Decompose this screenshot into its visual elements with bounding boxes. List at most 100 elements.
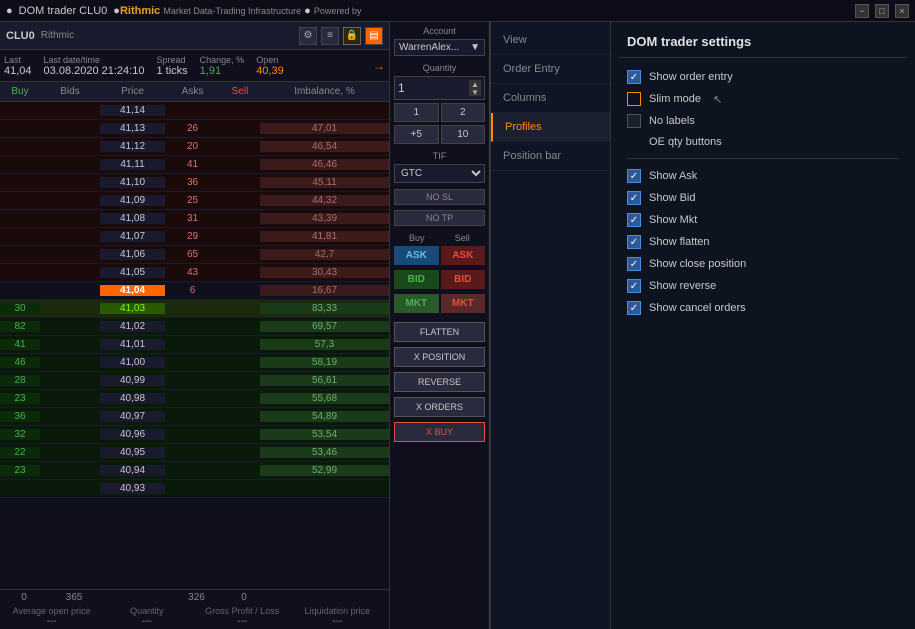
buy-cell: 46 — [0, 357, 40, 368]
table-row[interactable]: 2340,9452,99 — [0, 462, 389, 480]
table-row[interactable]: 2840,9956,61 — [0, 372, 389, 390]
table-row[interactable]: 41,054330,43 — [0, 264, 389, 282]
asks-cell: 43 — [165, 267, 220, 278]
price-cell: 41,08 — [100, 213, 165, 224]
checkmark-cancel-icon: ✓ — [630, 303, 638, 314]
imbalance-cell: 44,32 — [260, 195, 389, 206]
flatten-button[interactable]: FLATTEN — [394, 322, 485, 342]
checkmark-bid-icon: ✓ — [630, 193, 638, 204]
table-row[interactable]: 41,072941,81 — [0, 228, 389, 246]
x-orders-button[interactable]: X ORDERS — [394, 397, 485, 417]
imbalance-cell: 54,89 — [260, 411, 389, 422]
table-row[interactable]: 40,93 — [0, 480, 389, 498]
price-cell: 41,11 — [100, 159, 165, 170]
lock-icon[interactable]: 🔒 — [343, 27, 361, 45]
footer-qty: 365 — [44, 592, 104, 603]
oe-qty-label: OE qty buttons — [627, 136, 722, 148]
table-row[interactable]: 3041,0383,33 — [0, 300, 389, 318]
close-button[interactable]: × — [895, 4, 909, 18]
no-labels-checkbox[interactable] — [627, 114, 641, 128]
table-row[interactable]: 41,103645,11 — [0, 174, 389, 192]
quantity-label: Quantity — [394, 63, 485, 73]
x-position-button[interactable]: X POSITION — [394, 347, 485, 367]
table-row[interactable]: 8241,0269,57 — [0, 318, 389, 336]
table-row[interactable]: 41,092544,32 — [0, 192, 389, 210]
show-ask-row: ✓ Show Ask — [619, 165, 907, 187]
buy-ask-button[interactable]: ASK — [394, 246, 439, 265]
show-reverse-checkbox[interactable]: ✓ — [627, 279, 641, 293]
slim-mode-checkbox[interactable] — [627, 92, 641, 106]
quantity-value: 1 — [398, 81, 405, 95]
buy-cell: 32 — [0, 429, 40, 440]
price-cell: 41,10 — [100, 177, 165, 188]
show-order-entry-checkbox[interactable]: ✓ — [627, 70, 641, 84]
quantity-down[interactable]: ▼ — [469, 88, 481, 96]
table-row[interactable]: 2340,9855,68 — [0, 390, 389, 408]
footer-label-pnl: Gross Profit / Loss — [195, 606, 290, 616]
table-row[interactable]: 3240,9653,54 — [0, 426, 389, 444]
settings-title: DOM trader settings — [619, 30, 907, 58]
table-row[interactable]: 4141,0157,3 — [0, 336, 389, 354]
sell-ask-button[interactable]: ASK — [441, 246, 486, 265]
asks-cell: 26 — [165, 123, 220, 134]
imbalance-cell: 45,11 — [260, 177, 389, 188]
menu-icon[interactable]: ▤ — [365, 27, 383, 45]
tif-select[interactable]: GTC DAY IOC — [394, 164, 485, 183]
table-row[interactable]: 41,083143,39 — [0, 210, 389, 228]
title-bar-text: DOM trader CLU0 — [19, 5, 108, 17]
table-row[interactable]: 41,04616,67 — [0, 282, 389, 300]
x-buy-button[interactable]: X BUY — [394, 422, 485, 442]
show-bid-checkbox[interactable]: ✓ — [627, 191, 641, 205]
footer-label-liq: Liquidation price — [290, 606, 385, 616]
qty-5-button[interactable]: +5 — [394, 125, 439, 144]
qty-10-button[interactable]: 10 — [441, 125, 486, 144]
table-row[interactable]: 3640,9754,89 — [0, 408, 389, 426]
show-flatten-checkbox[interactable]: ✓ — [627, 235, 641, 249]
nav-columns[interactable]: Columns — [491, 84, 610, 113]
buy-bid-button[interactable]: BID — [394, 270, 439, 289]
footer-asks: 326 — [169, 592, 224, 603]
table-row[interactable]: 41,114146,46 — [0, 156, 389, 174]
footer-label-avg: Average open price — [4, 606, 99, 616]
nav-order-entry[interactable]: Order Entry — [491, 55, 610, 84]
show-close-position-checkbox[interactable]: ✓ — [627, 257, 641, 271]
account-selector[interactable]: WarrenAlex... ▼ — [394, 39, 485, 56]
dom-symbol: CLU0 — [6, 30, 35, 42]
nav-view[interactable]: View — [491, 26, 610, 55]
table-row[interactable]: 41,122046,54 — [0, 138, 389, 156]
reverse-button[interactable]: REVERSE — [394, 372, 485, 392]
last-value: 41,04 — [4, 65, 32, 77]
no-tp-button[interactable]: NO TP — [394, 210, 485, 226]
table-row[interactable]: 41,132647,01 — [0, 120, 389, 138]
nav-position-bar[interactable]: Position bar — [491, 142, 610, 171]
show-order-entry-row: ✓ Show order entry — [619, 66, 907, 88]
change-label: Change, % — [200, 55, 245, 65]
sell-mkt-button[interactable]: MKT — [441, 294, 486, 313]
buy-mkt-button[interactable]: MKT — [394, 294, 439, 313]
quantity-display: 1 ▲ ▼ — [394, 76, 485, 100]
dom-header: CLU0 Rithmic ⚙ ≡ 🔒 ▤ — [0, 22, 389, 50]
sell-bid-button[interactable]: BID — [441, 270, 486, 289]
columns-icon[interactable]: ≡ — [321, 27, 339, 45]
qty-2-button[interactable]: 2 — [441, 103, 486, 122]
qty-1-button[interactable]: 1 — [394, 103, 439, 122]
table-row[interactable]: 41,14 — [0, 102, 389, 120]
asks-cell: 29 — [165, 231, 220, 242]
table-row[interactable]: 41,066542,7 — [0, 246, 389, 264]
nav-profiles[interactable]: Profiles — [491, 113, 610, 142]
maximize-button[interactable]: □ — [875, 4, 889, 18]
settings-icon[interactable]: ⚙ — [299, 27, 317, 45]
show-mkt-checkbox[interactable]: ✓ — [627, 213, 641, 227]
table-row[interactable]: 4641,0058,19 — [0, 354, 389, 372]
show-ask-checkbox[interactable]: ✓ — [627, 169, 641, 183]
footer-liq: --- — [290, 616, 385, 627]
column-headers: Buy Bids Price Asks Sell Imbalance, % — [0, 82, 389, 102]
show-cancel-orders-checkbox[interactable]: ✓ — [627, 301, 641, 315]
checkmark-flatten-icon: ✓ — [630, 237, 638, 248]
price-cell: 41,13 — [100, 123, 165, 134]
minimize-button[interactable]: − — [855, 4, 869, 18]
col-imbalance: Imbalance, % — [260, 84, 389, 100]
tif-label: TIF — [394, 151, 485, 161]
no-sl-button[interactable]: NO SL — [394, 189, 485, 205]
table-row[interactable]: 2240,9553,46 — [0, 444, 389, 462]
